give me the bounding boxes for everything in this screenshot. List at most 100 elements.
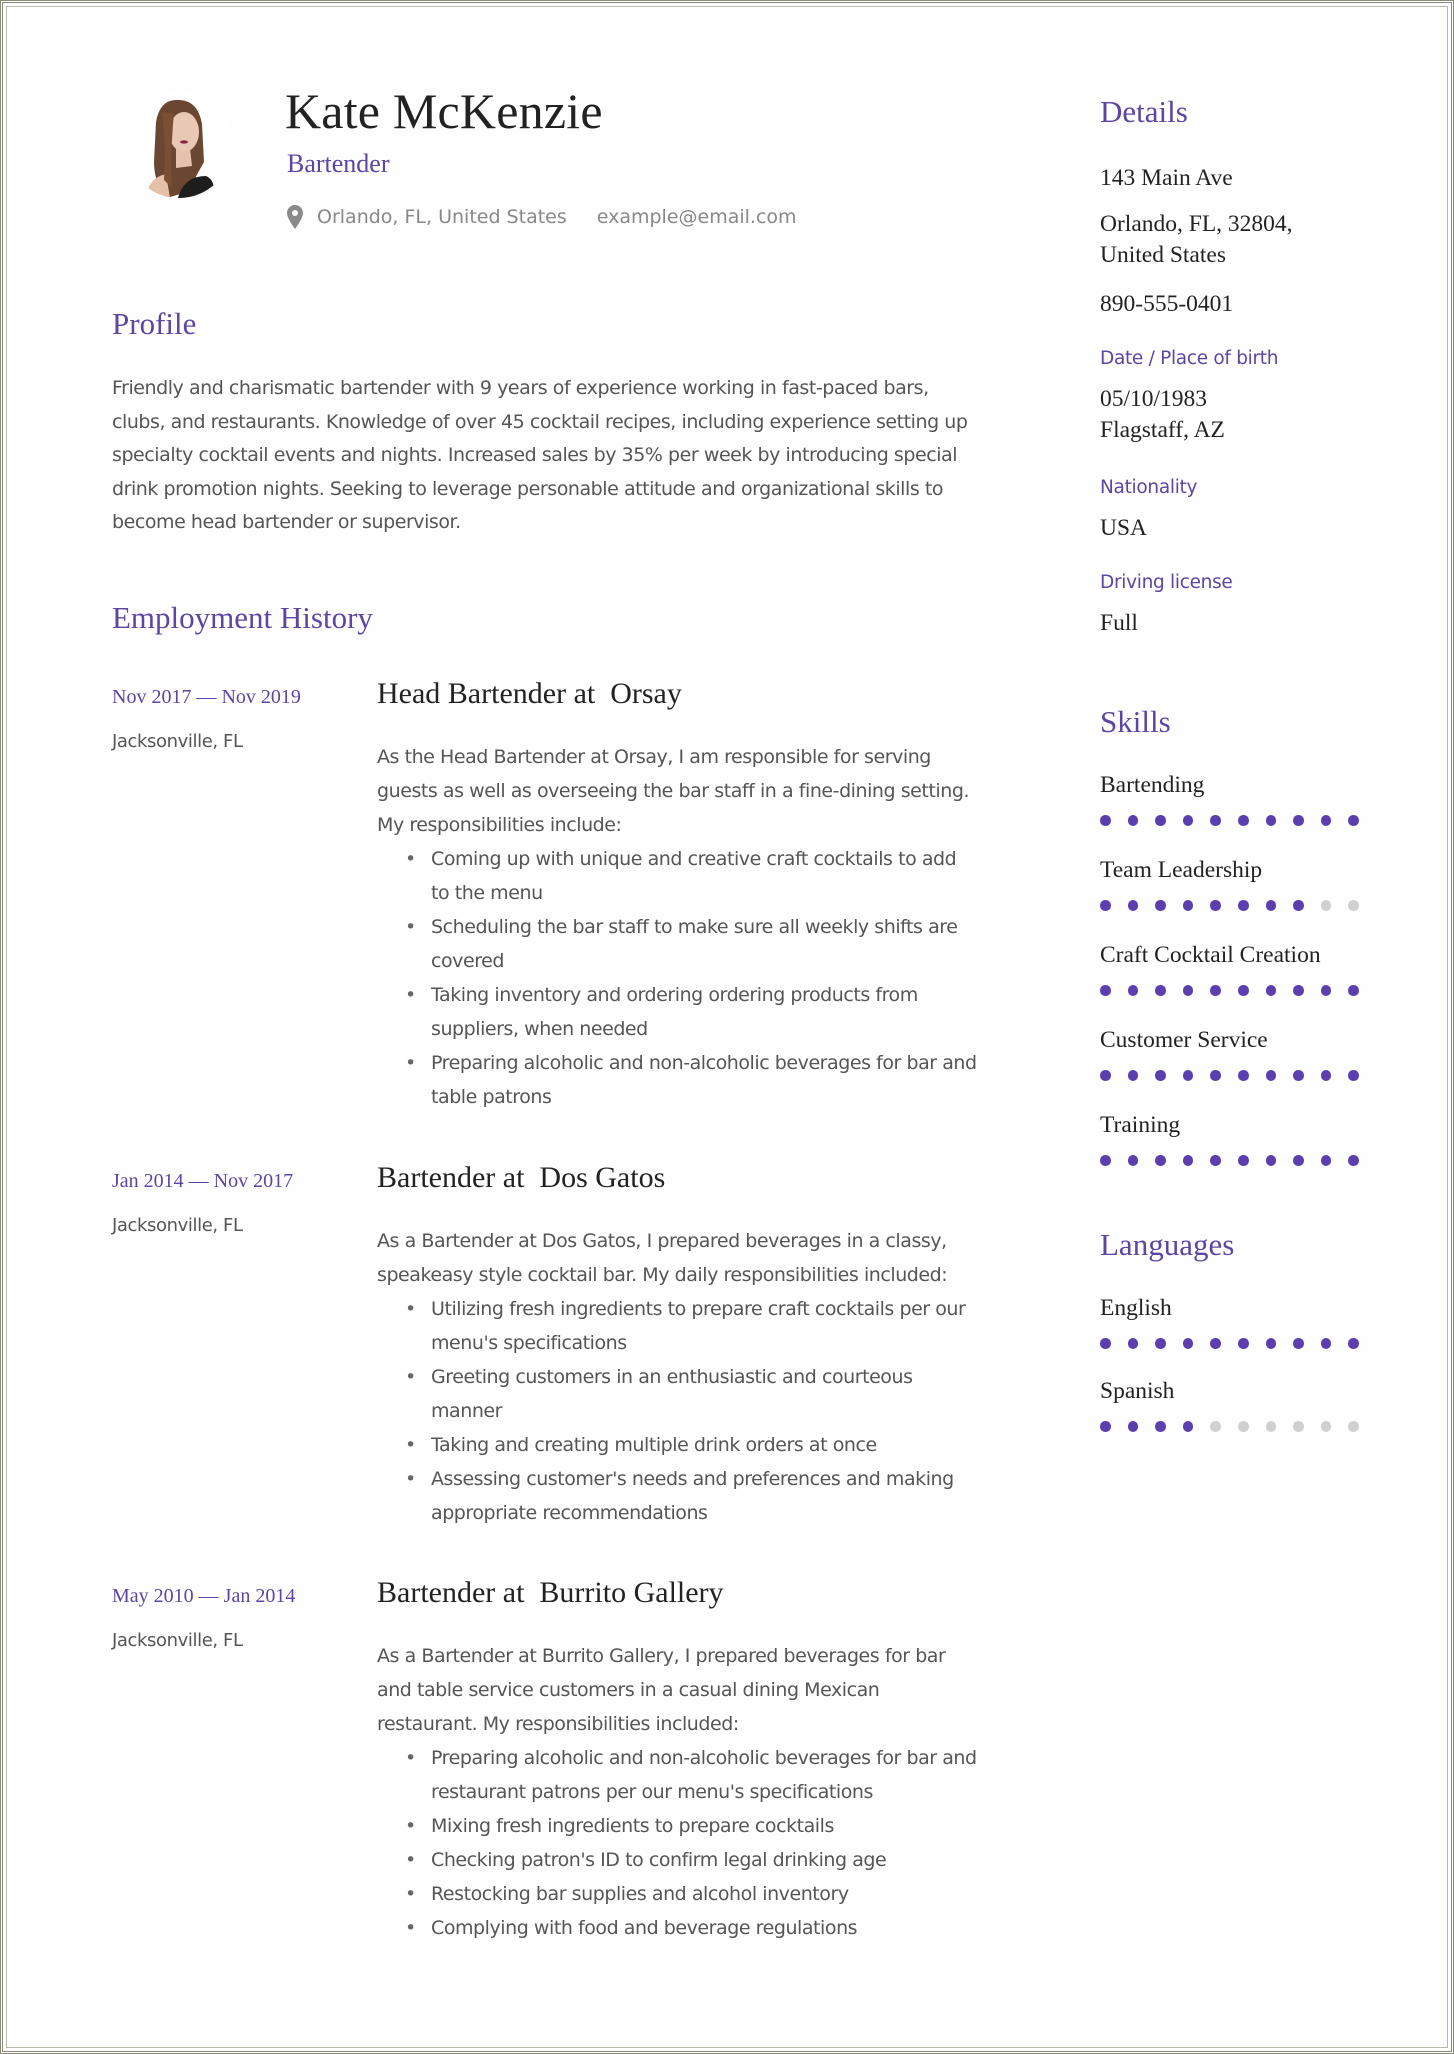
- rating-dot-empty: [1348, 1421, 1359, 1432]
- rating-dot-filled: [1265, 985, 1277, 996]
- rating-dot-filled: [1182, 985, 1194, 996]
- rating-dot-filled: [1320, 985, 1332, 996]
- license-value: Full: [1100, 610, 1138, 636]
- rating-dot-filled: [1348, 1070, 1359, 1081]
- job-bullets: Coming up with unique and creative craft…: [377, 842, 977, 1114]
- job-bullet: Preparing alcoholic and non-alcoholic be…: [377, 1046, 977, 1114]
- job-bullet: Mixing fresh ingredients to prepare cock…: [377, 1809, 977, 1843]
- rating-dot-empty: [1348, 900, 1359, 911]
- job-bullet: Taking inventory and ordering ordering p…: [377, 978, 977, 1046]
- rating-dot-filled: [1348, 985, 1359, 996]
- rating-dot-filled: [1293, 815, 1304, 826]
- job-dates: May 2010 — Jan 2014: [112, 1585, 296, 1607]
- rating-dot-filled: [1210, 1155, 1221, 1166]
- rating-dot-filled: [1155, 900, 1166, 911]
- job-description: As a Bartender at Burrito Gallery, I pre…: [377, 1639, 977, 1945]
- skill-rating: [1100, 815, 1370, 827]
- rating-dot-filled: [1100, 1338, 1111, 1349]
- phone-number[interactable]: 890-555-0401: [1100, 289, 1233, 320]
- rating-dot-filled: [1210, 985, 1221, 996]
- skill-rating: [1100, 985, 1370, 997]
- skill-name: Customer Service: [1100, 1027, 1268, 1053]
- rating-dot-filled: [1265, 900, 1277, 911]
- rating-dot-filled: [1320, 1155, 1332, 1166]
- rating-dot-filled: [1348, 815, 1359, 826]
- rating-dot-filled: [1293, 1070, 1304, 1081]
- rating-dot-filled: [1182, 1338, 1194, 1349]
- rating-dot-filled: [1210, 1338, 1221, 1349]
- rating-dot-filled: [1182, 900, 1194, 911]
- rating-dot-filled: [1265, 1155, 1277, 1166]
- address-line-2: Orlando, FL, 32804,: [1100, 211, 1293, 237]
- rating-dot-filled: [1320, 815, 1332, 826]
- rating-dot-filled: [1238, 1070, 1249, 1081]
- rating-dot-filled: [1127, 1155, 1139, 1166]
- rating-dot-filled: [1100, 815, 1111, 826]
- candidate-job-title: Bartender: [287, 149, 390, 178]
- rating-dot-empty: [1293, 1421, 1304, 1432]
- job-description: As the Head Bartender at Orsay, I am res…: [377, 740, 977, 1114]
- language-rating: [1100, 1338, 1370, 1350]
- language-rating: [1100, 1421, 1370, 1433]
- rating-dot-filled: [1238, 1338, 1249, 1349]
- birth-label: Date / Place of birth: [1100, 348, 1279, 369]
- job-bullet: Restocking bar supplies and alcohol inve…: [377, 1877, 977, 1911]
- skill-name: Training: [1100, 1112, 1181, 1138]
- avatar: [126, 92, 232, 198]
- contact-email[interactable]: example@email.com: [597, 206, 797, 228]
- contact-location: Orlando, FL, United States: [317, 206, 567, 228]
- skill-rating: [1100, 1070, 1370, 1082]
- profile-heading: Profile: [112, 306, 197, 341]
- job-dates: Jan 2014 — Nov 2017: [112, 1170, 294, 1192]
- job-location: Jacksonville, FL: [112, 731, 243, 752]
- rating-dot-filled: [1320, 1070, 1332, 1081]
- skills-heading: Skills: [1100, 704, 1171, 739]
- rating-dot-filled: [1155, 1155, 1166, 1166]
- job-intro: As a Bartender at Dos Gatos, I prepared …: [377, 1230, 948, 1286]
- rating-dot-filled: [1293, 985, 1304, 996]
- job-bullet: Greeting customers in an enthusiastic an…: [377, 1360, 977, 1428]
- rating-dot-filled: [1127, 1421, 1139, 1432]
- language-name: Spanish: [1100, 1378, 1175, 1404]
- rating-dot-filled: [1182, 1155, 1194, 1166]
- rating-dot-filled: [1100, 900, 1111, 911]
- rating-dot-filled: [1293, 1155, 1304, 1166]
- rating-dot-filled: [1238, 815, 1249, 826]
- rating-dot-filled: [1100, 1155, 1111, 1166]
- rating-dot-filled: [1127, 1070, 1139, 1081]
- rating-dot-empty: [1210, 1421, 1221, 1432]
- rating-dot-empty: [1265, 1421, 1277, 1432]
- job-location: Jacksonville, FL: [112, 1215, 243, 1236]
- skill-name: Bartending: [1100, 772, 1205, 798]
- rating-dot-empty: [1320, 1421, 1332, 1432]
- profile-summary: Friendly and charismatic bartender with …: [112, 377, 968, 534]
- rating-dot-filled: [1182, 1421, 1194, 1432]
- rating-dot-filled: [1293, 900, 1304, 911]
- employment-heading: Employment History: [112, 600, 373, 635]
- rating-dot-filled: [1182, 1070, 1194, 1081]
- job-bullets: Utilizing fresh ingredients to prepare c…: [377, 1292, 977, 1530]
- rating-dot-filled: [1238, 900, 1249, 911]
- rating-dot-filled: [1155, 1070, 1166, 1081]
- job-description: As a Bartender at Dos Gatos, I prepared …: [377, 1224, 977, 1530]
- rating-dot-filled: [1155, 985, 1166, 996]
- rating-dot-filled: [1100, 1421, 1111, 1432]
- address-line-1: 143 Main Ave: [1100, 165, 1233, 191]
- job-bullet: Taking and creating multiple drink order…: [377, 1428, 977, 1462]
- skill-rating: [1100, 900, 1370, 912]
- rating-dot-filled: [1348, 1338, 1359, 1349]
- skill-name: Team Leadership: [1100, 857, 1263, 883]
- candidate-name: Kate McKenzie: [285, 83, 603, 139]
- rating-dot-filled: [1127, 900, 1139, 911]
- job-intro: As a Bartender at Burrito Gallery, I pre…: [377, 1645, 946, 1735]
- rating-dot-filled: [1210, 900, 1221, 911]
- language-name: English: [1100, 1295, 1172, 1321]
- rating-dot-empty: [1238, 1421, 1249, 1432]
- rating-dot-filled: [1210, 1070, 1221, 1081]
- job-bullet: Assessing customer's needs and preferenc…: [377, 1462, 977, 1530]
- languages-heading: Languages: [1100, 1227, 1235, 1262]
- job-bullet: Complying with food and beverage regulat…: [377, 1911, 977, 1945]
- rating-dot-filled: [1127, 815, 1139, 826]
- job-bullet: Scheduling the bar staff to make sure al…: [377, 910, 977, 978]
- rating-dot-filled: [1100, 1070, 1111, 1081]
